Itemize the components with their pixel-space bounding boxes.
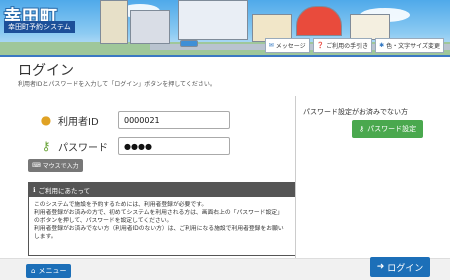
notice-heading: ご利用にあたって (38, 187, 91, 195)
notice-line: このシステムで施設を予約するためには、利用者登録が必要です。 (34, 202, 208, 208)
keyboard-icon: ⌨ (32, 162, 41, 169)
password-row: ⚷ パスワード (38, 137, 230, 155)
user-icon: ● (40, 113, 52, 127)
site-subtitle: 幸田町予約システム (4, 21, 75, 33)
help-link[interactable]: ❓ ご利用の手引き (312, 38, 373, 53)
text-size-link[interactable]: ✱ 色・文字サイズ変更 (375, 38, 444, 53)
message-link-label: メッセージ (275, 43, 306, 50)
password-input[interactable] (118, 137, 230, 155)
notice-header: ℹ ご利用にあたって (29, 183, 295, 197)
notice-line: します。 (34, 234, 57, 240)
notice-line: 利用者登録がお済みでない方（利用者IDのない方）は、ご利用になる施設で利用者登録… (34, 226, 284, 232)
login-form: ● 利用者ID ⚷ パスワード ⌨ マウスで入力 ℹ ご利用にあたって このシス… (18, 94, 298, 256)
column-divider (295, 96, 296, 258)
mouse-input-button[interactable]: ⌨ マウスで入力 (28, 159, 83, 172)
password-setup-heading: パスワード設定がお済みでない方 (303, 108, 408, 116)
building-illustration (178, 0, 248, 40)
mouse-input-label: マウスで入力 (42, 163, 79, 170)
menu-button[interactable]: ⌂ メニュー (26, 264, 72, 278)
login-button-label: ログイン (387, 263, 424, 274)
building-illustration (100, 0, 128, 44)
user-id-row: ● 利用者ID (38, 111, 230, 129)
help-link-label: ご利用の手引き (326, 43, 369, 50)
message-link[interactable]: ✉ メッセージ (264, 38, 310, 53)
password-setup-label: パスワード設定 (367, 125, 417, 133)
notice-line: のボタンを押して、パスワードを設定してください。 (34, 218, 173, 224)
user-id-label: 利用者ID (58, 116, 99, 128)
notice-body: このシステムで施設を予約するためには、利用者登録が必要です。 利用者登録がお済み… (29, 197, 295, 245)
menu-button-label: メニュー (38, 267, 67, 275)
header-banner: 幸田町 幸田町予約システム ✉ メッセージ ❓ ご利用の手引き ✱ 色・文字サイ… (0, 0, 450, 55)
user-id-input[interactable] (118, 111, 230, 129)
password-setup-button[interactable]: ⚷ パスワード設定 (352, 120, 424, 138)
page-title: ログイン (18, 63, 74, 79)
header-links: ✉ メッセージ ❓ ご利用の手引き ✱ 色・文字サイズ変更 (264, 38, 444, 53)
page-description: 利用者IDとパスワードを入力して「ログイン」ボタンを押してください。 (18, 81, 216, 88)
notice-line: 利用者登録がお済みの方で、初めてシステムを利用される方は、画面右上の「パスワード… (34, 210, 283, 216)
building-illustration (130, 10, 170, 44)
password-label: パスワード (58, 142, 108, 154)
building-illustration (350, 14, 390, 40)
text-size-icon: ✱ (379, 42, 385, 49)
home-icon: ⌂ (31, 267, 36, 275)
notice-panel: ℹ ご利用にあたって このシステムで施設を予約するためには、利用者登録が必要です… (28, 182, 296, 256)
bus-illustration (180, 40, 198, 47)
header-divider (0, 55, 450, 57)
key-icon: ⚷ (41, 139, 51, 153)
message-icon: ✉ (268, 42, 274, 49)
help-book-icon: ❓ (316, 42, 325, 49)
login-icon: ➜ (376, 262, 385, 272)
dome-building-illustration (296, 6, 342, 36)
key-icon: ⚷ (359, 125, 365, 133)
text-size-link-label: 色・文字サイズ変更 (386, 43, 440, 50)
login-button[interactable]: ➜ ログイン (370, 257, 430, 277)
info-icon: ℹ (33, 186, 36, 194)
